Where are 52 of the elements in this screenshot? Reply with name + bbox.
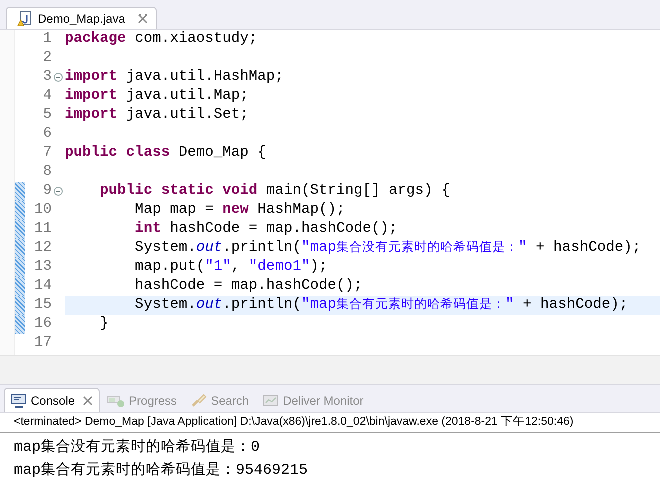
console-header: <terminated> Demo_Map [Java Application] D:\Java(x86)\jre1.8.0_02\bin\javaw.exe (2018-8-21 下午12:50:46) — [0, 413, 660, 433]
progress-bar-icon — [107, 394, 126, 408]
tab-label: Search — [211, 392, 250, 410]
console-output-line: map集合有元素时的哈希码值是：95469215 — [14, 461, 310, 481]
chart-icon — [263, 394, 280, 408]
code-line: Map map = new HashMap(); — [134, 200, 346, 220]
editor-tab[interactable]: Demo_Map.java — [6, 7, 158, 29]
tab-label: Deliver Monitor — [283, 392, 364, 410]
line-number: 12 — [33, 238, 52, 258]
line-number: 11 — [33, 220, 52, 239]
tab-title: Demo_Map.java — [38, 10, 126, 28]
line-number: 7 — [42, 144, 52, 163]
code-line: map.put("1", "demo1"); — [134, 258, 328, 277]
java-file-icon — [17, 10, 33, 26]
line-number: 8 — [42, 162, 52, 182]
collapse-icon[interactable] — [54, 73, 63, 82]
console-tab[interactable]: Progress — [100, 388, 184, 412]
line-number: 17 — [33, 334, 52, 353]
code-line: package com.xiaostudy; — [65, 30, 258, 49]
close-icon[interactable] — [83, 396, 94, 406]
line-number: 5 — [42, 106, 52, 125]
code-line: } — [99, 314, 109, 334]
line-number: 15 — [33, 296, 52, 315]
line-number: 9 — [42, 182, 52, 201]
code-line: hashCode = map.hashCode(); — [134, 276, 363, 296]
line-number: 3 — [42, 68, 52, 87]
console-tab[interactable]: Console — [4, 388, 100, 412]
close-icon[interactable] — [138, 14, 148, 24]
line-number: 1 — [42, 30, 52, 49]
code-line: public class Demo_Map { — [65, 144, 266, 163]
console-tab[interactable]: Search — [184, 388, 256, 412]
code-line: import java.util.Set; — [65, 106, 249, 125]
line-number: 6 — [42, 124, 52, 144]
line-number: 13 — [33, 258, 52, 277]
console-tab[interactable]: Deliver Monitor — [256, 388, 371, 412]
code-line: System.out.println("map集合有元素时的哈希码值是：" + hashCode); — [134, 294, 628, 315]
line-number: 4 — [42, 86, 52, 106]
collapse-icon[interactable] — [54, 187, 63, 196]
code-line: import java.util.Map; — [65, 86, 249, 106]
code-line: import java.util.HashMap; — [65, 68, 284, 87]
code-line: System.out.println("map集合没有元素时的哈希码值是：" + hashCode); — [134, 238, 642, 258]
code-line: int hashCode = map.hashCode(); — [134, 220, 398, 239]
monitor-icon — [11, 394, 27, 408]
line-number: 14 — [33, 276, 52, 296]
tab-label: Console — [31, 392, 76, 410]
tab-label: Progress — [129, 392, 178, 410]
line-number: 2 — [42, 48, 52, 68]
flashlight-icon — [191, 394, 208, 408]
line-number: 16 — [33, 314, 52, 334]
code-line: public static void main(String[] args) { — [99, 182, 450, 201]
console-output-line: map集合没有元素时的哈希码值是：0 — [14, 438, 262, 458]
line-number: 10 — [33, 200, 52, 220]
